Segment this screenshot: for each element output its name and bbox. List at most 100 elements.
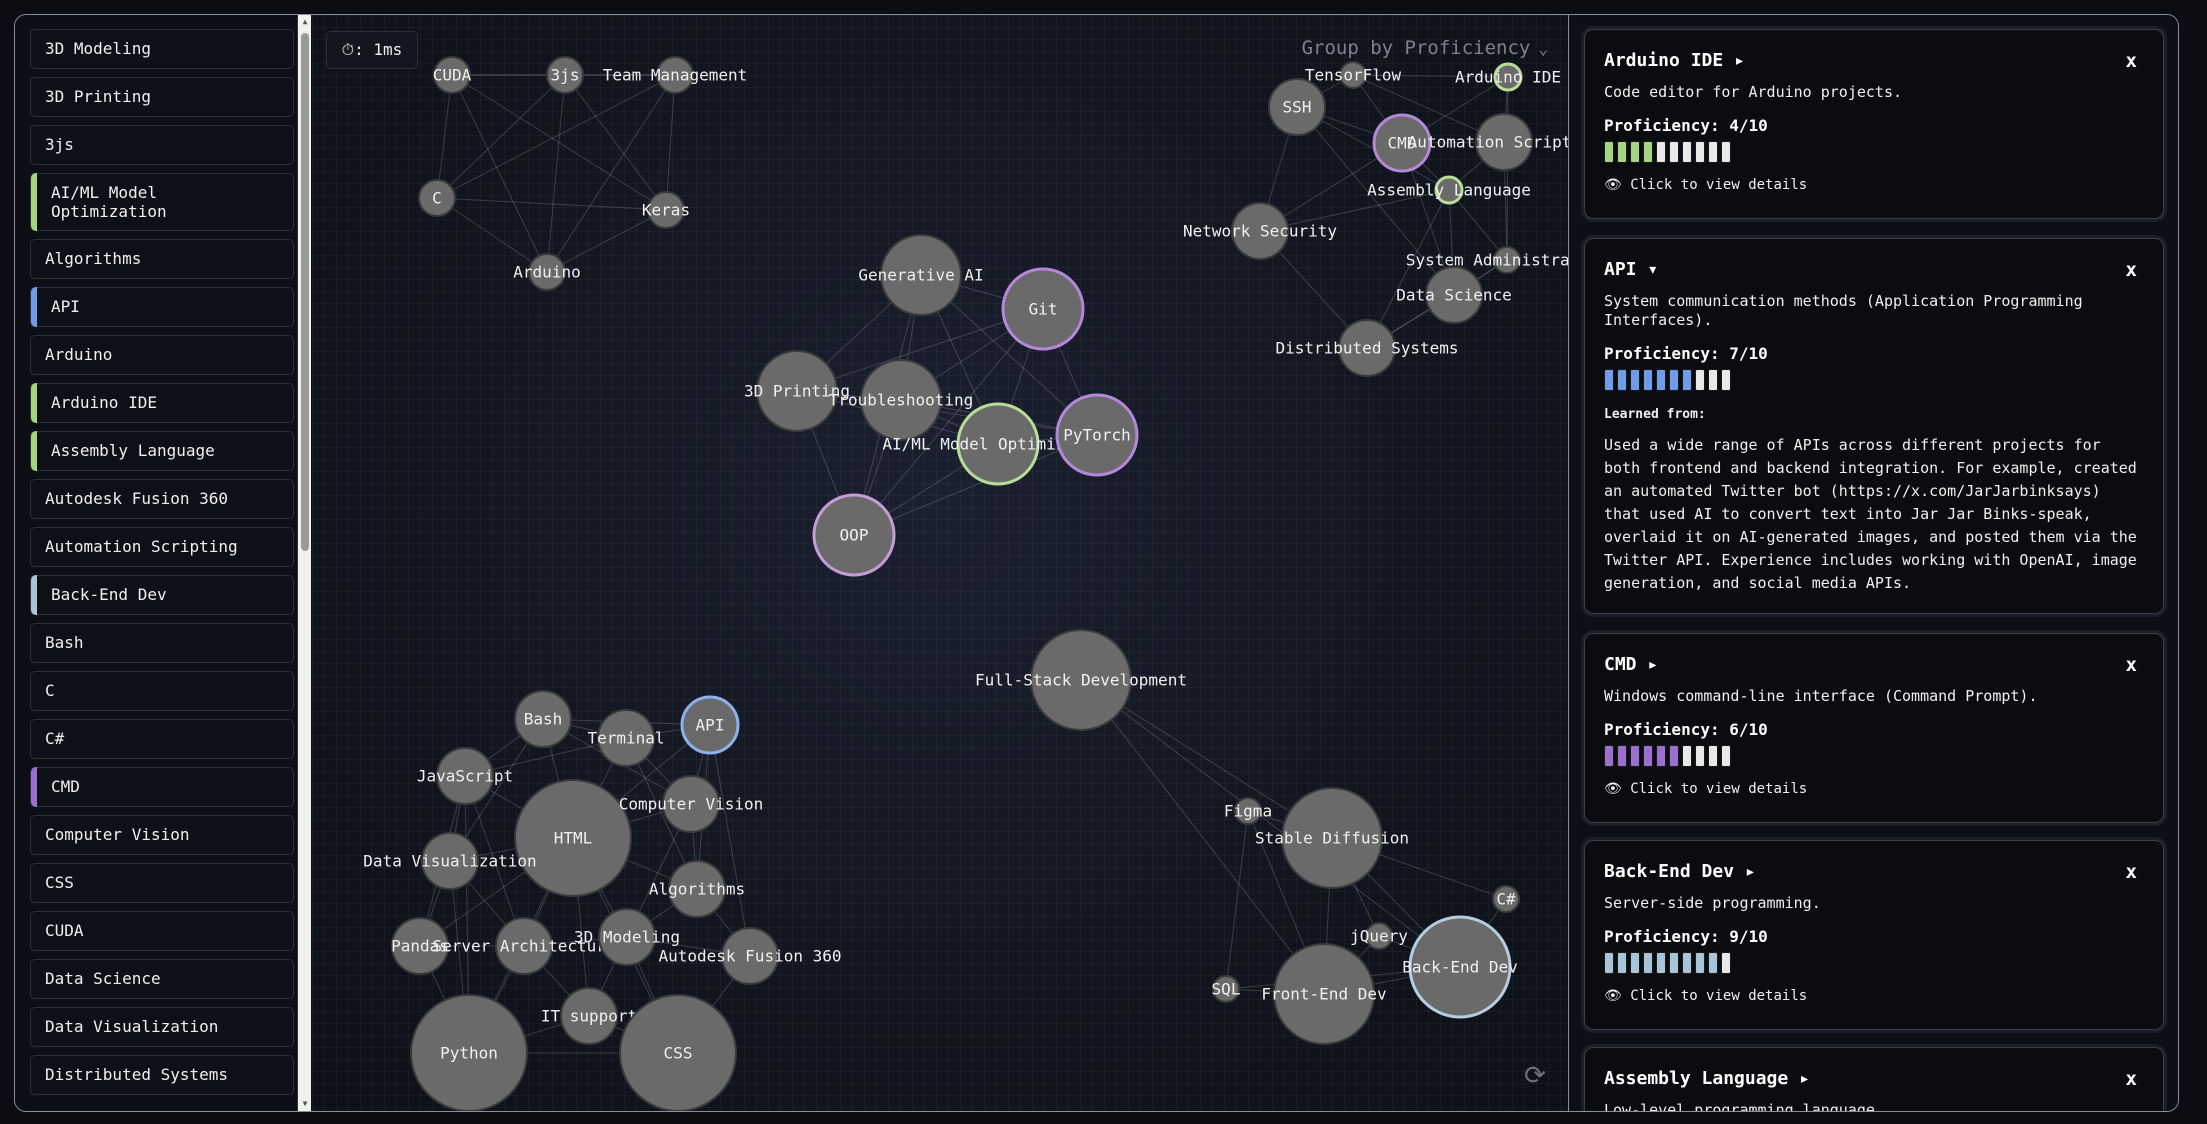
sidebar-item-label: Algorithms [45,249,142,268]
skill-graph[interactable]: CUDA 3js Team Management C Keras Arduino Gener… [312,15,1568,1111]
sidebar-item[interactable]: C# [30,719,294,759]
graph-node[interactable]: Data Visualization [363,832,537,890]
graph-node[interactable]: Back-End Dev [1402,915,1518,1019]
sidebar-item[interactable]: Arduino [30,335,294,375]
card-title[interactable]: Assembly Language ▸ [1604,1068,2144,1089]
node-label: SSH [1283,98,1312,117]
view-details-link[interactable]: 👁 Click to view details [1604,988,2144,1004]
view-details-link[interactable]: 👁 Click to view details [1604,177,2144,193]
graph-node[interactable]: TensorFlow [1305,61,1402,89]
sidebar-item-label: 3D Printing [45,87,151,106]
graph-node[interactable]: Troubleshooting [829,359,974,441]
graph-node[interactable]: Git [1001,267,1085,351]
graph-node[interactable]: System Administration [1406,246,1568,274]
sidebar-item[interactable]: 3D Printing [30,77,294,117]
sidebar-item-label: 3D Modeling [45,39,151,58]
edge-layer [419,74,1509,1054]
close-button[interactable]: x [2126,1068,2137,1090]
sidebar-item[interactable]: CUDA [30,911,294,951]
sidebar-item[interactable]: 3D Modeling [30,29,294,69]
graph-node[interactable]: CUDA [433,56,472,94]
graph-node[interactable]: Figma [1224,797,1272,825]
sidebar-item[interactable]: CSS [30,863,294,903]
graph-node[interactable]: Python [410,994,528,1111]
graph-node[interactable]: API [680,695,740,755]
card-title[interactable]: CMD ▸ [1604,654,2144,675]
graph-node[interactable]: CSS [619,994,737,1111]
graph-node[interactable]: Arduino IDE [1455,62,1561,92]
sidebar-item[interactable]: Bash [30,623,294,663]
skill-card[interactable]: Arduino IDE ▸ x Code editor for Arduino … [1584,29,2164,219]
sidebar-item[interactable]: Arduino IDE [30,383,294,423]
graph-node[interactable]: Computer Vision [619,775,764,833]
expand-toggle-icon[interactable]: ▸ [1734,50,1745,71]
graph-node[interactable]: PyTorch [1055,393,1139,477]
card-description: System communication methods (Applicatio… [1604,292,2083,329]
scroll-thumb[interactable] [301,33,309,551]
expand-toggle-icon[interactable]: ▸ [1745,861,1756,882]
view-details-link[interactable]: 👁 Click to view details [1604,781,2144,797]
graph-node[interactable]: jQuery [1350,922,1408,950]
sidebar-item[interactable]: Automation Scripting [30,527,294,567]
group-by-dropdown[interactable]: Group by Proficiency ⌄ [1302,37,1548,59]
skill-card[interactable]: API ▾ x System communication methods (Ap… [1584,238,2164,614]
graph-node[interactable]: OOP [812,493,896,577]
graph-node[interactable]: Data Science [1396,266,1512,324]
graph-node[interactable]: Terminal [587,709,665,767]
skill-card[interactable]: Assembly Language ▸ x Low-level programm… [1584,1047,2164,1111]
sidebar-item[interactable]: Autodesk Fusion 360 [30,479,294,519]
graph-node[interactable]: Team Management [603,56,748,94]
graph-node[interactable]: SSH [1268,78,1326,136]
graph-node[interactable]: Assembly Language [1367,175,1531,205]
skill-card[interactable]: CMD ▸ x Windows command-line interface (… [1584,633,2164,823]
expand-toggle-icon[interactable]: ▸ [1799,1068,1810,1089]
sidebar-item[interactable]: Data Visualization [30,1007,294,1047]
sidebar-item[interactable]: 3js [30,125,294,165]
graph-node[interactable]: Autodesk Fusion 360 [658,927,842,985]
graph-node[interactable]: Full-Stack Development [975,629,1187,731]
sidebar-item[interactable]: CMD [30,767,294,807]
close-button[interactable]: x [2126,654,2137,676]
group-by-label: Group by Proficiency [1301,37,1531,59]
sidebar-item[interactable]: Back-End Dev [30,575,294,615]
sidebar-item[interactable]: C [30,671,294,711]
graph-node[interactable]: Keras [642,191,690,229]
sidebar-item[interactable]: Algorithms [30,239,294,279]
proficiency-segment-empty [1708,369,1718,391]
sidebar-item[interactable]: Distributed Systems [30,1055,294,1095]
close-button[interactable]: x [2126,861,2137,883]
graph-node[interactable]: Algorithms [649,860,745,918]
scroll-down-icon[interactable]: ▼ [300,1099,310,1109]
skill-graph-canvas[interactable]: CUDA 3js Team Management C Keras Arduino Gener… [312,15,1568,1111]
sidebar-scrollbar[interactable]: ▲ ▼ [297,15,311,1111]
sidebar-item[interactable]: Data Science [30,959,294,999]
sidebar-item[interactable]: Assembly Language [30,431,294,471]
sidebar-item[interactable]: API [30,287,294,327]
card-title[interactable]: Back-End Dev ▸ [1604,861,2144,882]
close-button[interactable]: x [2126,259,2137,281]
graph-node[interactable]: C# [1492,885,1520,913]
scroll-up-icon[interactable]: ▲ [300,17,310,27]
graph-node[interactable]: SQL [1212,975,1241,1003]
proficiency-segment-empty [1708,745,1718,767]
collapse-toggle-icon[interactable]: ▾ [1647,259,1658,280]
graph-node[interactable]: Automation Scripting [1408,113,1568,171]
graph-node[interactable]: Distributed Systems [1275,319,1459,377]
sidebar-item[interactable]: Computer Vision [30,815,294,855]
card-title[interactable]: Arduino IDE ▸ [1604,50,2144,71]
graph-node[interactable]: Stable Diffusion [1255,787,1409,889]
sidebar-item[interactable]: AI/ML Model Optimization [30,173,294,231]
card-title[interactable]: API ▾ [1604,259,2144,280]
proficiency-segment-empty [1695,369,1705,391]
graph-node[interactable]: HTML [514,779,632,897]
expand-toggle-icon[interactable]: ▸ [1647,654,1658,675]
close-button[interactable]: x [2126,50,2137,72]
graph-node[interactable]: C [418,179,456,217]
skill-card[interactable]: Back-End Dev ▸ x Server-side programming… [1584,840,2164,1030]
graph-node[interactable]: Network Security [1183,202,1337,260]
refresh-icon[interactable]: ⟳ [1520,1061,1550,1091]
graph-node[interactable]: Bash [514,690,572,748]
graph-node[interactable]: Front-End Dev [1261,943,1387,1045]
graph-node[interactable]: 3js [546,56,584,94]
graph-node[interactable]: Generative AI [858,234,984,316]
